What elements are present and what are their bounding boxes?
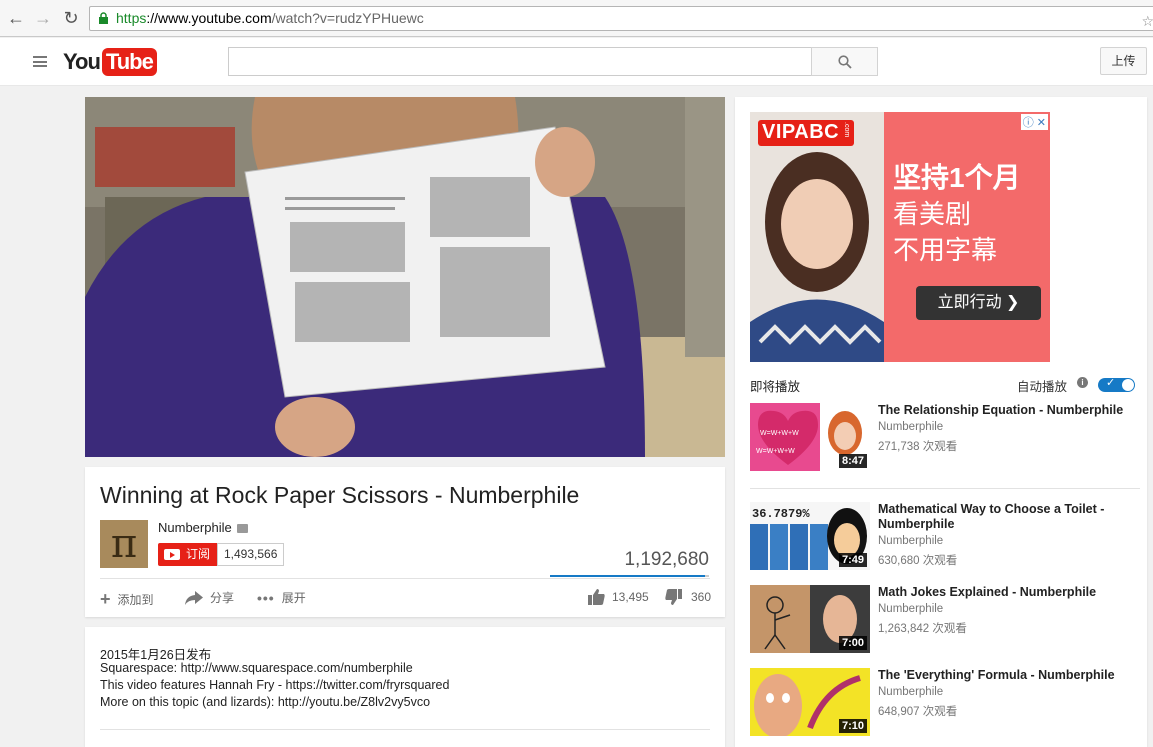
ad-cta-button[interactable]: 立即行动 ❯ bbox=[916, 286, 1041, 320]
description-line: Squarespace: http://www.squarespace.com/… bbox=[100, 661, 413, 675]
video-title-link[interactable]: Mathematical Way to Choose a Toilet - Nu… bbox=[878, 502, 1138, 532]
video-views: 271,738 次观看 bbox=[878, 441, 958, 453]
reload-icon[interactable]: ↻ bbox=[61, 8, 81, 28]
thumbs-down-icon bbox=[665, 589, 682, 605]
url-host: ://www.youtube.com bbox=[146, 10, 272, 26]
url-scheme: https bbox=[116, 10, 147, 26]
video-channel: Numberphile bbox=[878, 421, 944, 433]
share-button[interactable]: 分享 bbox=[185, 589, 234, 606]
autoplay-toggle[interactable]: ✓ bbox=[1098, 377, 1135, 392]
dislike-fill bbox=[704, 575, 709, 577]
like-count: 13,495 bbox=[612, 590, 649, 604]
verified-icon bbox=[236, 524, 248, 533]
channel-avatar[interactable]: π bbox=[100, 520, 148, 568]
video-title-link[interactable]: The Relationship Equation - Numberphile bbox=[878, 403, 1138, 418]
duration-badge: 8:47 bbox=[838, 454, 867, 468]
share-icon bbox=[185, 590, 203, 605]
sidebar: VIPABC .com 坚持1个月 看美剧 不用字幕 立即行动 ❯ ⓘ ✕ 即将… bbox=[735, 97, 1147, 747]
logo-you-text: You bbox=[63, 49, 101, 74]
video-channel: Numberphile bbox=[878, 535, 944, 547]
ad-headline: 不用字幕 bbox=[893, 235, 998, 265]
more-dots-icon: ••• bbox=[257, 589, 275, 606]
duration-badge: 7:49 bbox=[838, 553, 867, 567]
video-views: 648,907 次观看 bbox=[878, 706, 958, 718]
video-channel: Numberphile bbox=[878, 603, 944, 615]
toggle-knob bbox=[1122, 379, 1134, 391]
video-views: 630,680 次观看 bbox=[878, 555, 958, 567]
duration-badge: 7:00 bbox=[838, 636, 867, 650]
ad-brand: VIPABC bbox=[762, 121, 840, 143]
autoplay-label: 自动播放 bbox=[1017, 380, 1068, 394]
arrow-left-icon[interactable]: ← bbox=[6, 8, 26, 28]
description-card: 2015年1月26日发布 Squarespace: http://www.squ… bbox=[85, 627, 725, 747]
list-item[interactable]: 7:10 The 'Everything' Formula - Numberph… bbox=[750, 668, 1140, 738]
add-to-label: 添加到 bbox=[117, 593, 154, 607]
thumbs-up-icon bbox=[588, 589, 605, 605]
url-path: /watch?v=rudzYPHuewc bbox=[271, 10, 424, 26]
search-icon bbox=[837, 54, 852, 69]
search-button[interactable] bbox=[811, 47, 878, 76]
like-button[interactable]: 13,495 bbox=[588, 589, 649, 605]
add-to-button[interactable]: + 添加到 bbox=[100, 589, 154, 610]
svg-text:W=W+W+W: W=W+W+W bbox=[756, 448, 795, 455]
logo-tube-text: Tube bbox=[101, 48, 157, 76]
info-icon[interactable]: i bbox=[1077, 377, 1088, 388]
menu-icon[interactable] bbox=[33, 56, 47, 67]
up-next-label: 即将播放 bbox=[750, 380, 801, 394]
advertisement[interactable]: VIPABC .com 坚持1个月 看美剧 不用字幕 立即行动 ❯ ⓘ ✕ bbox=[750, 112, 1050, 362]
subscribe-label: 订阅 bbox=[186, 547, 211, 561]
divider bbox=[100, 729, 710, 730]
video-title-link[interactable]: The 'Everything' Formula - Numberphile bbox=[878, 668, 1138, 683]
duration-badge: 7:10 bbox=[838, 719, 867, 733]
video-thumbnail[interactable]: 7:10 bbox=[750, 668, 870, 736]
browser-toolbar: ← → ↻ https://www.youtube.com/watch?v=ru… bbox=[0, 0, 1153, 37]
video-channel: Numberphile bbox=[878, 686, 944, 698]
more-label: 展开 bbox=[281, 591, 306, 605]
ad-headline: 看美剧 bbox=[893, 199, 972, 229]
video-title-link[interactable]: Math Jokes Explained - Numberphile bbox=[878, 585, 1138, 600]
channel-name-link[interactable]: Numberphile bbox=[158, 520, 248, 535]
plus-icon: + bbox=[100, 589, 111, 609]
search-input[interactable] bbox=[228, 47, 812, 76]
video-info-card: Winning at Rock Paper Scissors - Numberp… bbox=[85, 467, 725, 617]
dislike-count: 360 bbox=[691, 590, 712, 604]
dislike-button[interactable]: 360 bbox=[665, 589, 711, 605]
check-icon: ✓ bbox=[1106, 377, 1116, 389]
share-label: 分享 bbox=[210, 591, 235, 605]
video-views: 1,263,842 次观看 bbox=[878, 623, 967, 635]
masthead: You Tube 上传 bbox=[0, 38, 1153, 86]
pi-icon: π bbox=[110, 521, 138, 567]
address-bar[interactable]: https://www.youtube.com/watch?v=rudzYPHu… bbox=[89, 6, 1153, 31]
list-item[interactable]: 36.7879% 7:49 Mathematical Way to Choose… bbox=[750, 502, 1140, 572]
video-frame bbox=[85, 97, 725, 457]
list-item[interactable]: 7:00 Math Jokes Explained - Numberphile … bbox=[750, 585, 1140, 655]
subscriber-count: 1,493,566 bbox=[217, 543, 285, 566]
video-player[interactable] bbox=[85, 97, 725, 457]
youtube-play-icon bbox=[164, 549, 180, 560]
ad-brand-suffix: .com bbox=[843, 122, 850, 138]
subscribe-button[interactable]: 订阅 bbox=[158, 543, 218, 566]
description-line: This video features Hannah Fry - https:/… bbox=[100, 678, 450, 692]
channel-name: Numberphile bbox=[158, 520, 232, 535]
bookmark-star-icon[interactable]: ☆ bbox=[1141, 10, 1153, 33]
arrow-right-icon[interactable]: → bbox=[33, 8, 53, 28]
list-item[interactable]: W=W+W+W W=W+W+W 8:47 The Relationship Eq… bbox=[750, 403, 1140, 473]
view-count: 1,192,680 bbox=[624, 549, 709, 570]
video-thumbnail[interactable]: 36.7879% 7:49 bbox=[750, 502, 870, 570]
svg-text:W=W+W+W: W=W+W+W bbox=[760, 430, 799, 437]
adchoices-icon[interactable]: ⓘ ✕ bbox=[1020, 114, 1048, 130]
divider bbox=[100, 578, 710, 579]
video-title: Winning at Rock Paper Scissors - Numberp… bbox=[100, 482, 580, 508]
svg-text:36.7879%: 36.7879% bbox=[752, 507, 810, 521]
more-button[interactable]: ••• 展开 bbox=[257, 589, 306, 606]
upload-button[interactable]: 上传 bbox=[1100, 47, 1147, 75]
youtube-logo[interactable]: You Tube bbox=[63, 48, 157, 76]
description-line: More on this topic (and lizards): http:/… bbox=[100, 695, 431, 709]
video-thumbnail[interactable]: W=W+W+W W=W+W+W 8:47 bbox=[750, 403, 870, 471]
video-thumbnail[interactable]: 7:00 bbox=[750, 585, 870, 653]
like-dislike-bar bbox=[550, 575, 709, 577]
lock-icon bbox=[99, 12, 108, 24]
ad-headline: 坚持1个月 bbox=[893, 162, 1021, 193]
divider bbox=[750, 488, 1140, 489]
